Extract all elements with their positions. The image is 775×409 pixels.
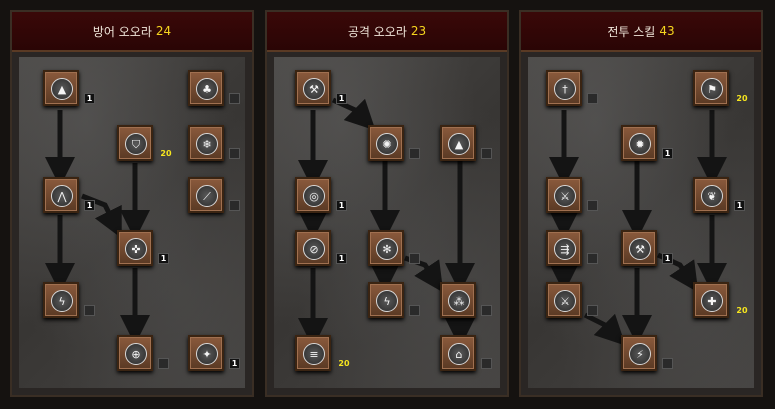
wings-icon: ❦	[701, 185, 723, 207]
skill-level-badge: 1	[84, 93, 95, 104]
skill-level-badge	[229, 148, 240, 159]
skill-button[interactable]: ⋀	[43, 177, 79, 213]
skill-button[interactable]: ✦	[188, 335, 224, 371]
skill-button[interactable]: ⌂	[440, 335, 476, 371]
skill-level-badge: 1	[662, 253, 673, 264]
skill-button[interactable]: ◎	[295, 177, 331, 213]
axe-icon: ⚒	[303, 78, 325, 100]
shield-icon: ⛉	[125, 133, 147, 155]
skill-level-badge: 1	[662, 148, 673, 159]
skill-button[interactable]: ▲	[440, 125, 476, 161]
skill-level-badge	[481, 358, 492, 369]
tree-header: 공격 오오라 23	[267, 12, 507, 52]
bell-icon: ▲	[448, 133, 470, 155]
skill-button[interactable]: ⇶	[546, 230, 582, 266]
tree-title: 방어 오오라	[92, 24, 152, 39]
skill-level-badge	[587, 93, 598, 104]
skill-level-badge: 1	[158, 253, 169, 264]
stripes-icon: ≡	[303, 343, 325, 365]
banner-icon: ⚑	[701, 78, 723, 100]
skill-level-badge: 1	[84, 200, 95, 211]
skill-level-badge: 1	[336, 200, 347, 211]
skill-level-badge	[587, 253, 598, 264]
tree-points: 23	[410, 24, 427, 38]
trinity-icon: ⁂	[448, 290, 470, 312]
skill-level-badge	[587, 305, 598, 316]
skill-button[interactable]: ϟ	[368, 282, 404, 318]
crossed-swords-icon: ⚔	[554, 185, 576, 207]
snowflake-icon: ❄	[196, 133, 218, 155]
tree-points: 43	[659, 24, 675, 38]
skill-button[interactable]: †	[546, 70, 582, 106]
skill-button[interactable]: ⊘	[295, 230, 331, 266]
skill-button[interactable]: ⚔	[546, 282, 582, 318]
skill-button[interactable]: ≡	[295, 335, 331, 371]
skill-button[interactable]: ⚒	[621, 230, 657, 266]
skill-button[interactable]: ❦	[693, 177, 729, 213]
crossed-swords-icon: ⚔	[554, 290, 576, 312]
skill-button[interactable]: ⟋	[188, 177, 224, 213]
tree-header: 전투 스킬 43	[521, 12, 761, 52]
skill-button[interactable]: ✺	[368, 125, 404, 161]
skill-button[interactable]: ϟ	[43, 282, 79, 318]
hammer-icon: ⚒	[629, 238, 651, 260]
skill-button[interactable]: ⚒	[295, 70, 331, 106]
skill-level-badge	[662, 358, 673, 369]
tooth-icon: ⌂	[448, 343, 470, 365]
skill-button[interactable]: ✚	[693, 282, 729, 318]
charge-icon: ⇶	[554, 238, 576, 260]
skill-level-badge: 1	[336, 253, 347, 264]
skill-button[interactable]: ❄	[188, 125, 224, 161]
rage-icon: ✹	[629, 133, 651, 155]
skill-button[interactable]: ✹	[621, 125, 657, 161]
lightning-icon: ϟ	[376, 290, 398, 312]
skill-level-badge	[587, 200, 598, 211]
skill-level-badge: 20	[338, 359, 350, 368]
skill-button[interactable]: ⁂	[440, 282, 476, 318]
skill-button[interactable]: ⚔	[546, 177, 582, 213]
skill-button[interactable]: ✜	[117, 230, 153, 266]
skill-button[interactable]: ⚡	[621, 335, 657, 371]
tree-points: 24	[155, 24, 172, 38]
wheel-icon: ✻	[376, 238, 398, 260]
claw-icon: ⟋	[196, 185, 218, 207]
skill-level-badge: 20	[736, 94, 748, 103]
mountain-icon: ▲	[51, 78, 73, 100]
tree-title: 전투 스킬	[607, 24, 656, 39]
skill-level-badge	[84, 305, 95, 316]
skill-level-badge	[409, 253, 420, 264]
skill-level-badge	[409, 305, 420, 316]
skill-level-badge	[158, 358, 169, 369]
skill-level-badge: 1	[336, 93, 347, 104]
skill-level-badge	[229, 200, 240, 211]
compass-icon: ⊕	[125, 343, 147, 365]
skill-level-badge	[481, 305, 492, 316]
cross-shield-icon: ✚	[701, 290, 723, 312]
skill-level-badge	[409, 148, 420, 159]
slash-icon: ⊘	[303, 238, 325, 260]
skill-level-badge: 20	[736, 306, 748, 315]
skill-level-badge	[481, 148, 492, 159]
sword-icon: †	[554, 78, 576, 100]
spike-icon: ⋀	[51, 185, 73, 207]
zeal-icon: ⚡	[629, 343, 651, 365]
tree-icon: ♣	[196, 78, 218, 100]
skill-button[interactable]: ♣	[188, 70, 224, 106]
skill-button[interactable]: ▲	[43, 70, 79, 106]
lightning-icon: ϟ	[51, 290, 73, 312]
burst-icon: ✺	[376, 133, 398, 155]
skill-button[interactable]: ✻	[368, 230, 404, 266]
skill-level-badge: 20	[160, 149, 172, 158]
skill-button[interactable]: ⛉	[117, 125, 153, 161]
skill-level-badge: 1	[229, 358, 240, 369]
tree-title: 공격 오오라	[347, 24, 407, 39]
skill-button[interactable]: ⚑	[693, 70, 729, 106]
heal-icon: ✜	[125, 238, 147, 260]
skill-level-badge: 1	[734, 200, 745, 211]
tree-header: 방어 오오라 24	[12, 12, 252, 52]
skill-button[interactable]: ⊕	[117, 335, 153, 371]
star-icon: ✦	[196, 343, 218, 365]
target-icon: ◎	[303, 185, 325, 207]
skill-level-badge	[229, 93, 240, 104]
